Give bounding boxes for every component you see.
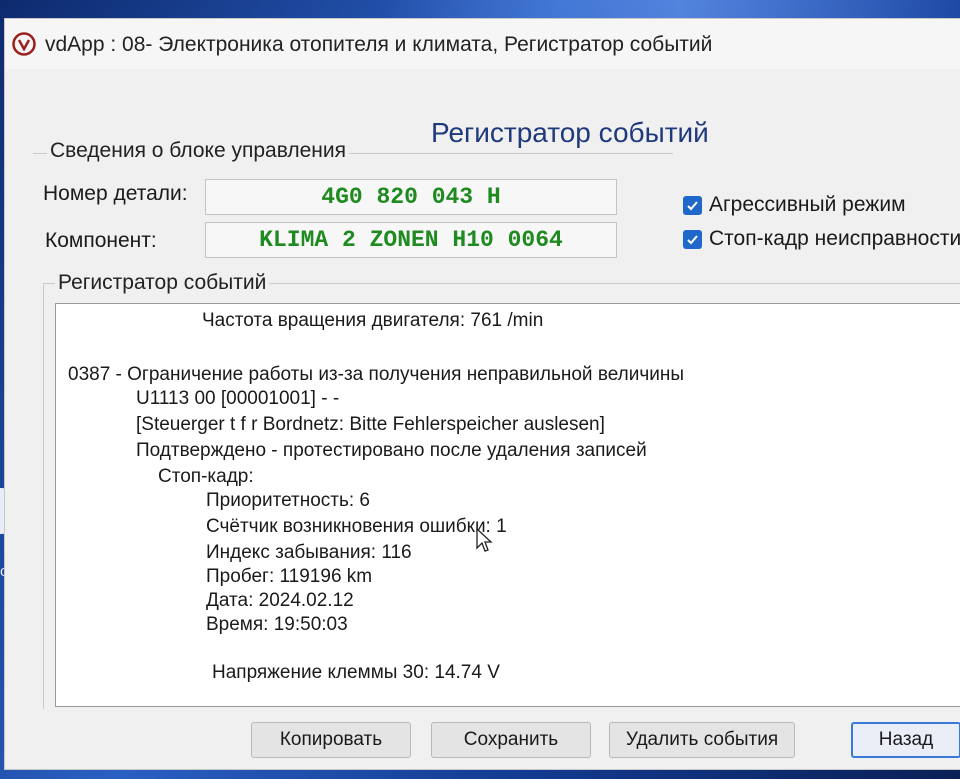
event-log-line: Счётчик возникновения ошибки: 1 — [206, 516, 507, 537]
event-log-line: Напряжение клеммы 30: 14.74 V — [212, 662, 500, 683]
event-log-line: Индекс забывания: 116 — [206, 542, 412, 563]
event-log-line: Время: 19:50:03 — [206, 614, 348, 635]
delete-events-button[interactable]: Удалить события — [609, 722, 795, 758]
event-log-line: Дата: 2024.02.12 — [206, 590, 354, 611]
event-log-line: 0387 - Ограничение работы из-за получени… — [68, 364, 684, 385]
back-button[interactable]: Назад — [851, 722, 960, 758]
component-label: Компонент: — [45, 229, 157, 252]
control-unit-group-label: Сведения о блоке управления — [47, 139, 350, 163]
part-number-field[interactable]: 4G0 820 043 H — [205, 179, 617, 215]
event-log-line: [Steuerger t f r Bordnetz: Bitte Fehlers… — [136, 414, 605, 435]
event-log-textarea[interactable]: Частота вращения двигателя: 761 /min 038… — [55, 303, 960, 707]
checkbox-checked-icon — [683, 195, 702, 215]
event-log-group-label: Регистратор событий — [55, 271, 270, 295]
event-log-line: Подтверждено - протестировано после удал… — [136, 440, 647, 461]
event-log-line: Приоритетность: 6 — [206, 490, 370, 511]
save-button[interactable]: Сохранить — [431, 722, 591, 758]
page-title: Регистратор событий — [431, 117, 709, 148]
event-log-line: Частота вращения двигателя: 761 /min — [202, 310, 544, 331]
part-number-label: Номер детали: — [43, 182, 188, 205]
checkbox-checked-icon — [683, 229, 702, 249]
app-window: vdApp : 08- Электроника отопителя и клим… — [4, 18, 960, 770]
event-log-line: U1113 00 [00001001] - - — [136, 388, 340, 409]
aggressive-mode-checkbox[interactable]: Агрессивный режим — [683, 193, 906, 217]
aggressive-mode-label: Агрессивный режим — [709, 193, 906, 216]
window-title: vdApp : 08- Электроника отопителя и клим… — [45, 33, 713, 56]
title-bar[interactable]: vdApp : 08- Электроника отопителя и клим… — [5, 19, 960, 69]
event-log-line: Стоп-кадр: — [158, 466, 254, 487]
freeze-frame-checkbox[interactable]: Стоп-кадр неисправности — [683, 227, 960, 251]
app-logo-icon — [12, 32, 36, 56]
copy-button[interactable]: Копировать — [251, 722, 411, 758]
freeze-frame-label: Стоп-кадр неисправности — [709, 227, 960, 250]
event-log-line: Пробег: 119196 km — [206, 566, 373, 587]
component-field[interactable]: KLIMA 2 ZONEN H10 0064 — [205, 222, 617, 258]
mouse-cursor-icon — [476, 527, 493, 552]
